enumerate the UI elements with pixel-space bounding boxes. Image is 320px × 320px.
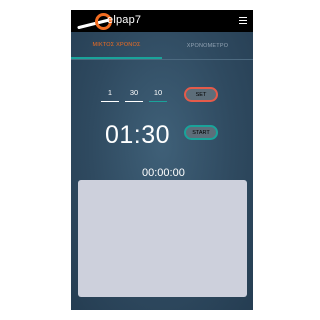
set-button[interactable]: SET <box>184 87 218 102</box>
minutes-input[interactable]: 30 <box>125 88 143 102</box>
countdown-display: 01:30 <box>105 121 171 149</box>
content-panel <box>78 180 247 297</box>
tab-bar: ΜΙΚΤΟΣ ΧΡΟΝΟΣ ΧΡΟΝΟΜΕΤΡΟ <box>71 32 253 60</box>
app-screen: elpap7 ΜΙΚΤΟΣ ΧΡΟΝΟΣ ΧΡΟΝΟΜΕΤΡΟ 1 30 10 … <box>71 10 253 310</box>
logo-text: elpap7 <box>107 14 142 26</box>
app-bar: elpap7 <box>71 10 253 32</box>
tab-mixed-time[interactable]: ΜΙΚΤΟΣ ΧΡΟΝΟΣ <box>71 32 162 59</box>
hamburger-menu-icon[interactable] <box>239 17 247 25</box>
tab-stopwatch[interactable]: ΧΡΟΝΟΜΕΤΡΟ <box>162 32 253 59</box>
elapsed-counter: 00:00:00 <box>142 167 185 179</box>
seconds-input[interactable]: 10 <box>149 88 167 102</box>
hours-input[interactable]: 1 <box>101 88 119 102</box>
start-button[interactable]: START <box>184 125 218 140</box>
